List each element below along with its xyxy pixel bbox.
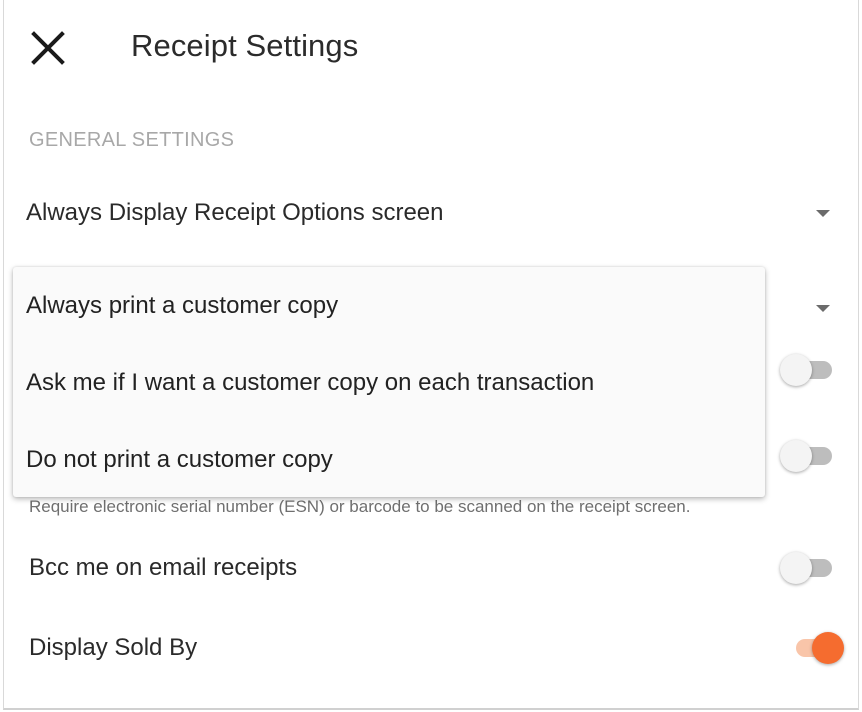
section-header-general-settings: GENERAL SETTINGS (29, 129, 235, 151)
page-title: Receipt Settings (131, 28, 359, 63)
close-icon (31, 31, 65, 65)
menu-item-ask-each-transaction[interactable]: Ask me if I want a customer copy on each… (26, 369, 594, 397)
customer-copy-menu: Always print a customer copy Ask me if I… (13, 267, 765, 497)
receipt-options-dropdown[interactable]: Always Display Receipt Options screen (26, 193, 834, 233)
display-sold-by-label: Display Sold By (29, 634, 198, 661)
close-button[interactable] (26, 26, 70, 70)
menu-item-always-print[interactable]: Always print a customer copy (26, 292, 338, 320)
require-esn-hint: Require electronic serial number (ESN) o… (29, 497, 691, 516)
setting-row-bcc-email: Bcc me on email receipts (26, 550, 834, 586)
caret-down-icon (816, 209, 830, 217)
bcc-email-label: Bcc me on email receipts (29, 554, 298, 581)
setting-row-display-sold-by: Display Sold By (26, 630, 844, 666)
require-esn-toggle[interactable] (780, 439, 834, 473)
caret-down-icon (816, 304, 830, 312)
bcc-email-toggle[interactable] (780, 551, 834, 585)
hidden-setting-toggle[interactable] (780, 353, 834, 387)
display-sold-by-toggle[interactable] (790, 631, 844, 665)
menu-item-do-not-print[interactable]: Do not print a customer copy (26, 446, 333, 474)
receipt-options-label: Always Display Receipt Options screen (26, 199, 444, 226)
